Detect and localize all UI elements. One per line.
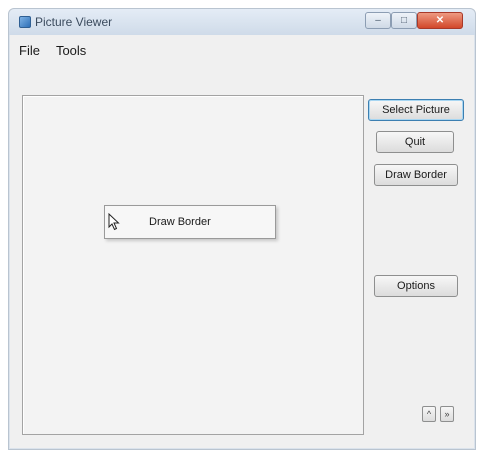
maximize-button[interactable]: □: [391, 12, 417, 29]
menu-tools[interactable]: Tools: [48, 39, 94, 61]
select-picture-button[interactable]: Select Picture: [368, 99, 464, 121]
app-icon: [19, 16, 31, 28]
options-button[interactable]: Options: [374, 275, 458, 297]
draw-border-button[interactable]: Draw Border: [374, 164, 458, 186]
picture-display-area[interactable]: [22, 95, 364, 435]
minimize-button[interactable]: –: [365, 12, 391, 29]
context-menu: Draw Border: [104, 205, 276, 239]
quit-button[interactable]: Quit: [376, 131, 454, 153]
scroll-down-button[interactable]: »: [440, 406, 454, 422]
menu-file[interactable]: File: [11, 39, 48, 61]
close-button[interactable]: ✕: [417, 12, 463, 29]
menu-bar: File Tools: [11, 39, 94, 61]
scroll-up-button[interactable]: ^: [422, 406, 436, 422]
context-menu-draw-border[interactable]: Draw Border: [149, 216, 211, 228]
mouse-cursor-icon: [108, 213, 120, 231]
window-title: Picture Viewer: [35, 15, 113, 29]
title-bar[interactable]: Picture Viewer – □ ✕: [9, 9, 475, 35]
